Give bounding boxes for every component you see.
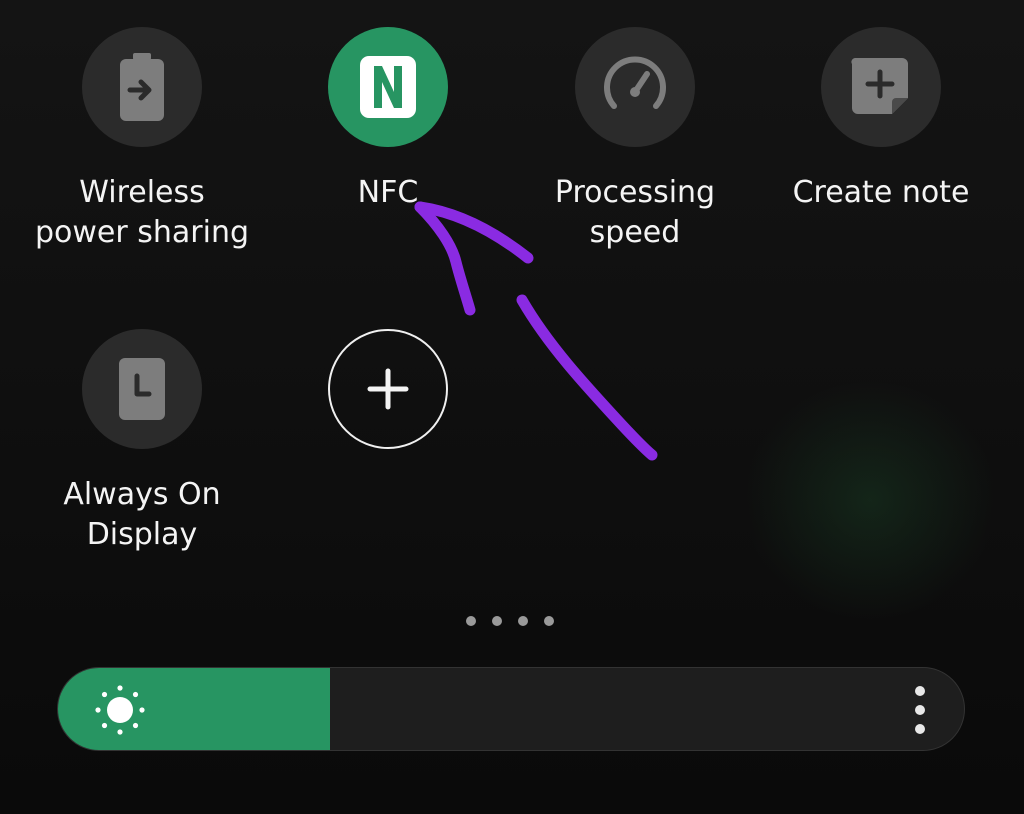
speedometer-icon (604, 56, 666, 109)
tile-nfc: NFC (278, 27, 498, 213)
processing-speed-button[interactable] (575, 27, 695, 147)
menu-dot (915, 686, 925, 696)
create-note-button[interactable] (821, 27, 941, 147)
page-dot[interactable] (544, 616, 554, 626)
clock-display-icon (119, 358, 165, 420)
tile-wireless-power-sharing: Wireless power sharing (32, 27, 252, 253)
tile-processing-speed: Processing speed (525, 27, 745, 253)
battery-share-icon (120, 53, 164, 121)
tile-label: NFC (357, 175, 419, 210)
always-on-display-button[interactable] (82, 329, 202, 449)
plus-icon (367, 368, 409, 410)
nfc-button[interactable] (328, 27, 448, 147)
tile-label: Wireless power sharing (34, 175, 249, 250)
menu-dot (915, 724, 925, 734)
page-dot[interactable] (466, 616, 476, 626)
tile-create-note: Create note (771, 27, 991, 213)
page-dot[interactable] (518, 616, 528, 626)
page-dot[interactable] (492, 616, 502, 626)
tile-always-on-display: Always On Display (32, 329, 252, 555)
wireless-power-sharing-button[interactable] (82, 27, 202, 147)
menu-dot (915, 705, 925, 715)
brightness-slider[interactable] (57, 667, 965, 751)
tile-label: Processing speed (554, 175, 716, 250)
quick-panel: Wireless power sharing NFC Processing sp… (0, 0, 1024, 814)
sun-icon (95, 685, 145, 735)
nfc-icon (360, 56, 416, 118)
add-tile-button[interactable] (328, 329, 448, 449)
note-add-icon (851, 57, 908, 114)
tile-add (278, 329, 498, 449)
page-indicator (466, 616, 554, 626)
tile-label: Always On Display (63, 477, 221, 552)
tile-label: Create note (792, 175, 970, 210)
more-vertical-icon[interactable] (910, 686, 930, 734)
